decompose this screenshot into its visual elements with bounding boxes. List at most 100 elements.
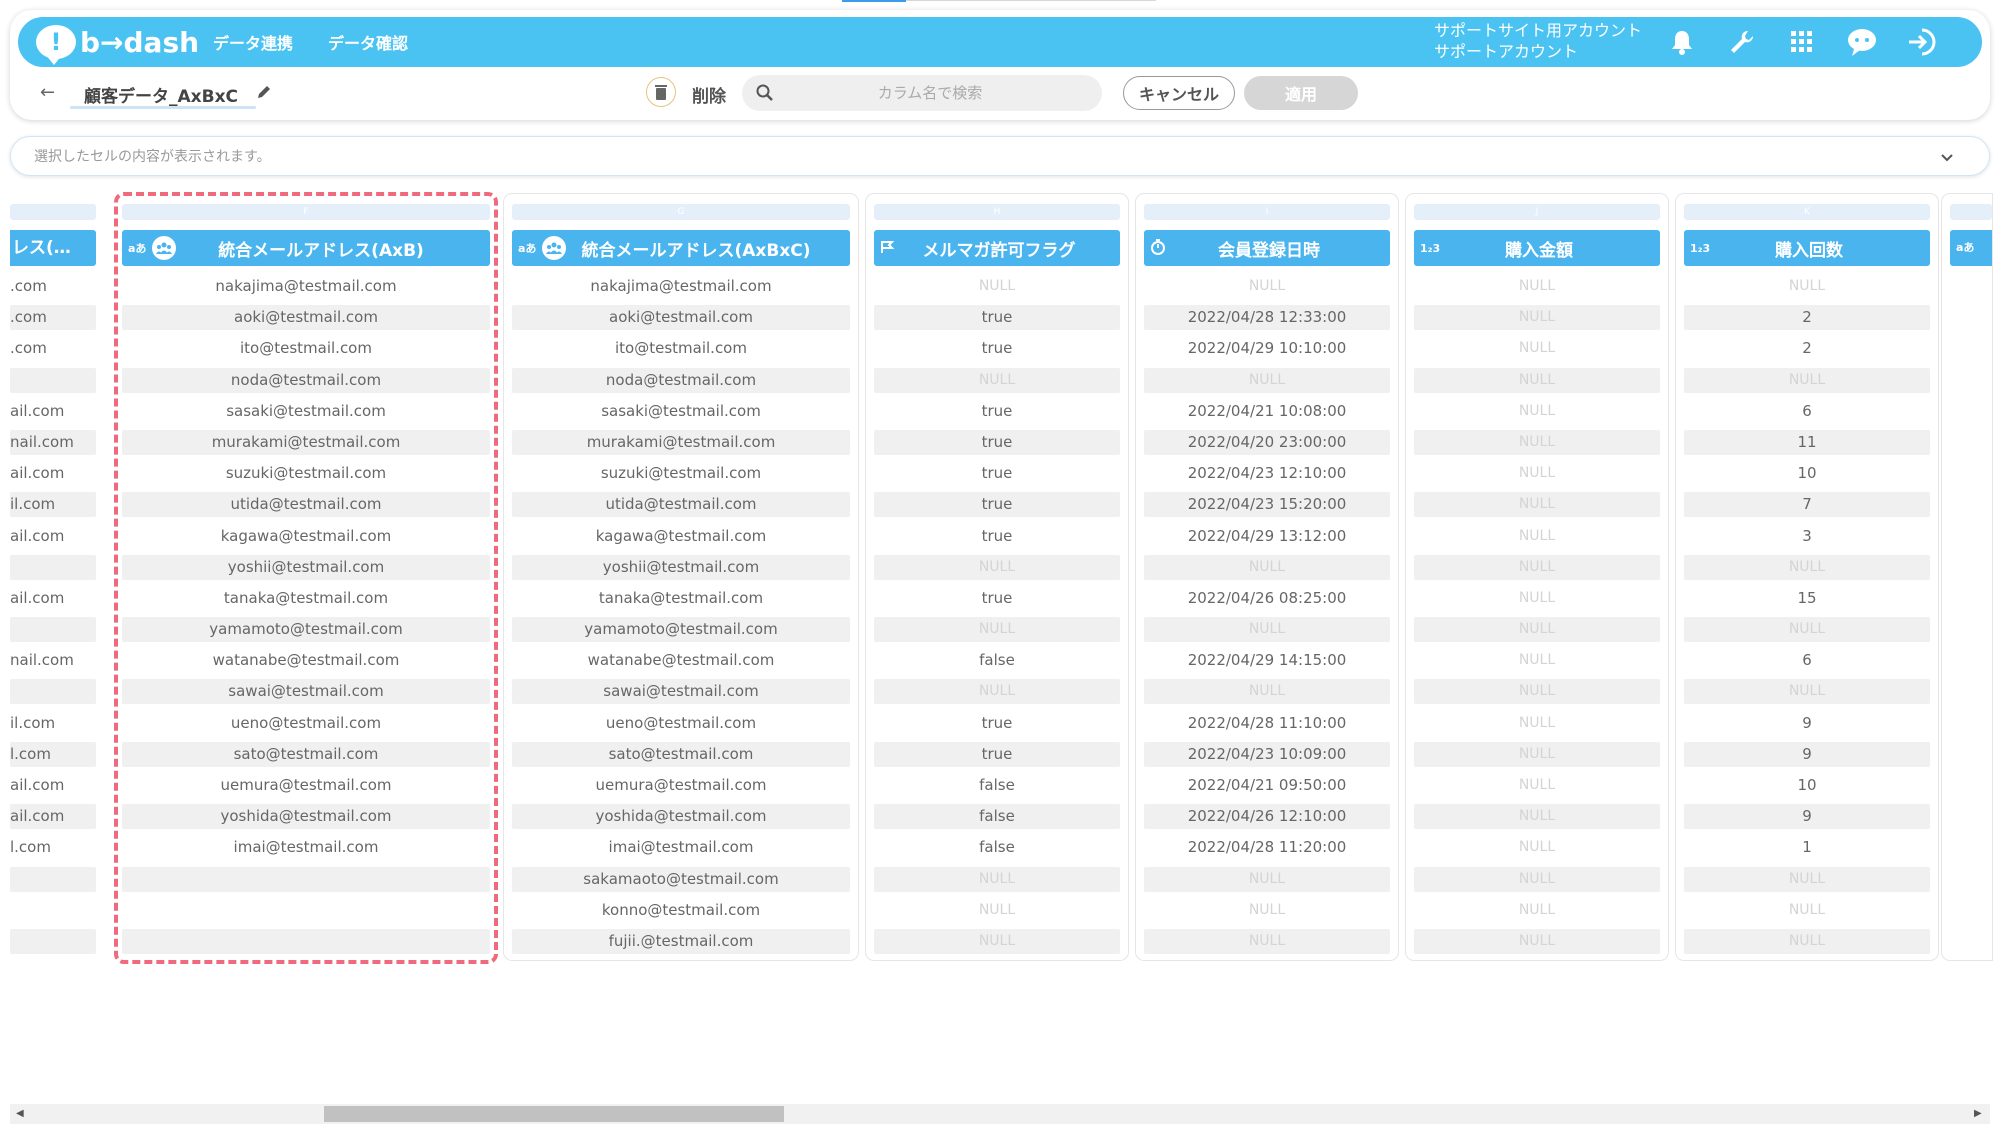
table-cell[interactable]: 2022/04/29 13:12:00 [1144,524,1390,549]
horizontal-scrollbar[interactable] [10,1104,1990,1124]
table-cell[interactable]: yoshida@testmail.com [122,804,490,830]
table-cell[interactable]: l.com [10,835,96,860]
table-cell[interactable]: .com [10,336,96,361]
table-cell[interactable]: NULL [1684,679,1930,705]
cell-content-bar[interactable] [10,136,1990,176]
table-cell[interactable]: NULL [874,274,1120,299]
table-cell[interactable] [10,679,96,705]
column-letter[interactable]: H [874,204,1120,220]
scrollbar-thumb[interactable] [324,1106,784,1122]
table-cell[interactable]: true [874,429,1120,455]
table-cell[interactable]: NULL [1144,898,1390,923]
table-cell[interactable]: yoshii@testmail.com [122,554,490,580]
search-input[interactable] [800,78,1060,108]
pencil-edit-icon[interactable] [256,84,272,104]
table-cell[interactable]: il.com [10,492,96,518]
table-cell[interactable]: NULL [874,554,1120,580]
table-cell[interactable]: 2022/04/23 15:20:00 [1144,492,1390,518]
table-cell[interactable]: NULL [1414,773,1660,798]
table-cell[interactable]: NULL [874,367,1120,393]
grid-icon[interactable] [1786,26,1818,58]
table-cell[interactable]: NULL [1414,305,1660,331]
table-cell[interactable]: NULL [1414,741,1660,767]
table-cell[interactable]: uemura@testmail.com [512,773,850,798]
table-cell[interactable]: NULL [1684,928,1930,954]
table-cell[interactable]: true [874,524,1120,549]
table-cell[interactable]: kagawa@testmail.com [512,524,850,549]
column-letter[interactable]: I [1144,204,1390,220]
table-cell[interactable]: NULL [1684,866,1930,892]
table-cell[interactable]: nakajima@testmail.com [512,274,850,299]
table-cell[interactable]: true [874,741,1120,767]
table-cell[interactable]: NULL [1144,617,1390,643]
table-cell[interactable]: NULL [1414,804,1660,830]
table-cell[interactable]: NULL [1414,367,1660,393]
table-cell[interactable]: 3 [1684,524,1930,549]
table-cell[interactable]: utida@testmail.com [512,492,850,518]
table-cell[interactable]: 9 [1684,741,1930,767]
table-cell[interactable] [10,617,96,643]
table-cell[interactable]: aoki@testmail.com [122,305,490,331]
column-header[interactable]: aあ 統合メールアドレス(AxB) [122,230,490,266]
table-cell[interactable]: true [874,492,1120,518]
table-cell[interactable]: 10 [1684,461,1930,486]
table-cell[interactable]: 2022/04/21 09:50:00 [1144,773,1390,798]
table-cell[interactable]: true [874,305,1120,331]
table-cell[interactable]: ail.com [10,461,96,486]
table-cell[interactable] [122,928,490,954]
table-cell[interactable]: NULL [1414,617,1660,643]
table-cell[interactable]: NULL [1414,648,1660,673]
table-cell[interactable]: ueno@testmail.com [122,711,490,736]
table-cell[interactable]: sato@testmail.com [122,741,490,767]
table-cell[interactable]: 2022/04/20 23:00:00 [1144,429,1390,455]
table-cell[interactable] [10,928,96,954]
table-cell[interactable]: NULL [1414,898,1660,923]
table-cell[interactable]: NULL [1414,461,1660,486]
column-header[interactable]: 1₂3 購入金額 [1414,230,1660,266]
logo[interactable]: ! b→dash [36,22,199,65]
table-cell[interactable]: NULL [1414,866,1660,892]
table-cell[interactable]: 2022/04/23 12:10:00 [1144,461,1390,486]
table-cell[interactable]: fujii.@testmail.com [512,928,850,954]
table-cell[interactable]: NULL [1414,492,1660,518]
table-cell[interactable]: sasaki@testmail.com [512,399,850,424]
table-cell[interactable]: NULL [1414,429,1660,455]
table-cell[interactable]: NULL [874,898,1120,923]
table-cell[interactable]: nail.com [10,648,96,673]
table-cell[interactable]: sato@testmail.com [512,741,850,767]
table-cell[interactable]: kagawa@testmail.com [122,524,490,549]
table-cell[interactable]: false [874,648,1120,673]
table-cell[interactable]: nail.com [10,429,96,455]
table-cell[interactable]: tanaka@testmail.com [122,586,490,611]
table-cell[interactable]: false [874,835,1120,860]
table-cell[interactable] [10,367,96,393]
table-cell[interactable]: ail.com [10,524,96,549]
table-cell[interactable]: yoshida@testmail.com [512,804,850,830]
table-cell[interactable]: NULL [1144,367,1390,393]
table-cell[interactable]: true [874,586,1120,611]
table-cell[interactable]: 2022/04/21 10:08:00 [1144,399,1390,424]
table-cell[interactable]: 7 [1684,492,1930,518]
table-cell[interactable]: murakami@testmail.com [512,429,850,455]
table-cell[interactable]: NULL [1414,524,1660,549]
table-cell[interactable]: 9 [1684,711,1930,736]
table-cell[interactable]: NULL [1414,928,1660,954]
table-cell[interactable]: watanabe@testmail.com [512,648,850,673]
cancel-button[interactable]: キャンセル [1123,76,1235,110]
table-cell[interactable]: imai@testmail.com [512,835,850,860]
table-cell[interactable] [122,866,490,892]
table-cell[interactable]: murakami@testmail.com [122,429,490,455]
table-cell[interactable]: tanaka@testmail.com [512,586,850,611]
nav-data-link[interactable]: データ連携 [213,30,293,54]
table-cell[interactable]: NULL [1414,711,1660,736]
table-cell[interactable]: NULL [1414,586,1660,611]
delete-label[interactable]: 削除 [692,82,726,107]
table-cell[interactable]: 2022/04/23 10:09:00 [1144,741,1390,767]
table-cell[interactable]: 15 [1684,586,1930,611]
table-cell[interactable]: konno@testmail.com [512,898,850,923]
table-cell[interactable]: sawai@testmail.com [122,679,490,705]
table-cell[interactable]: 2022/04/26 12:10:00 [1144,804,1390,830]
table-cell[interactable]: NULL [1684,898,1930,923]
apply-button[interactable]: 適用 [1244,76,1358,110]
table-cell[interactable]: 2022/04/29 14:15:00 [1144,648,1390,673]
